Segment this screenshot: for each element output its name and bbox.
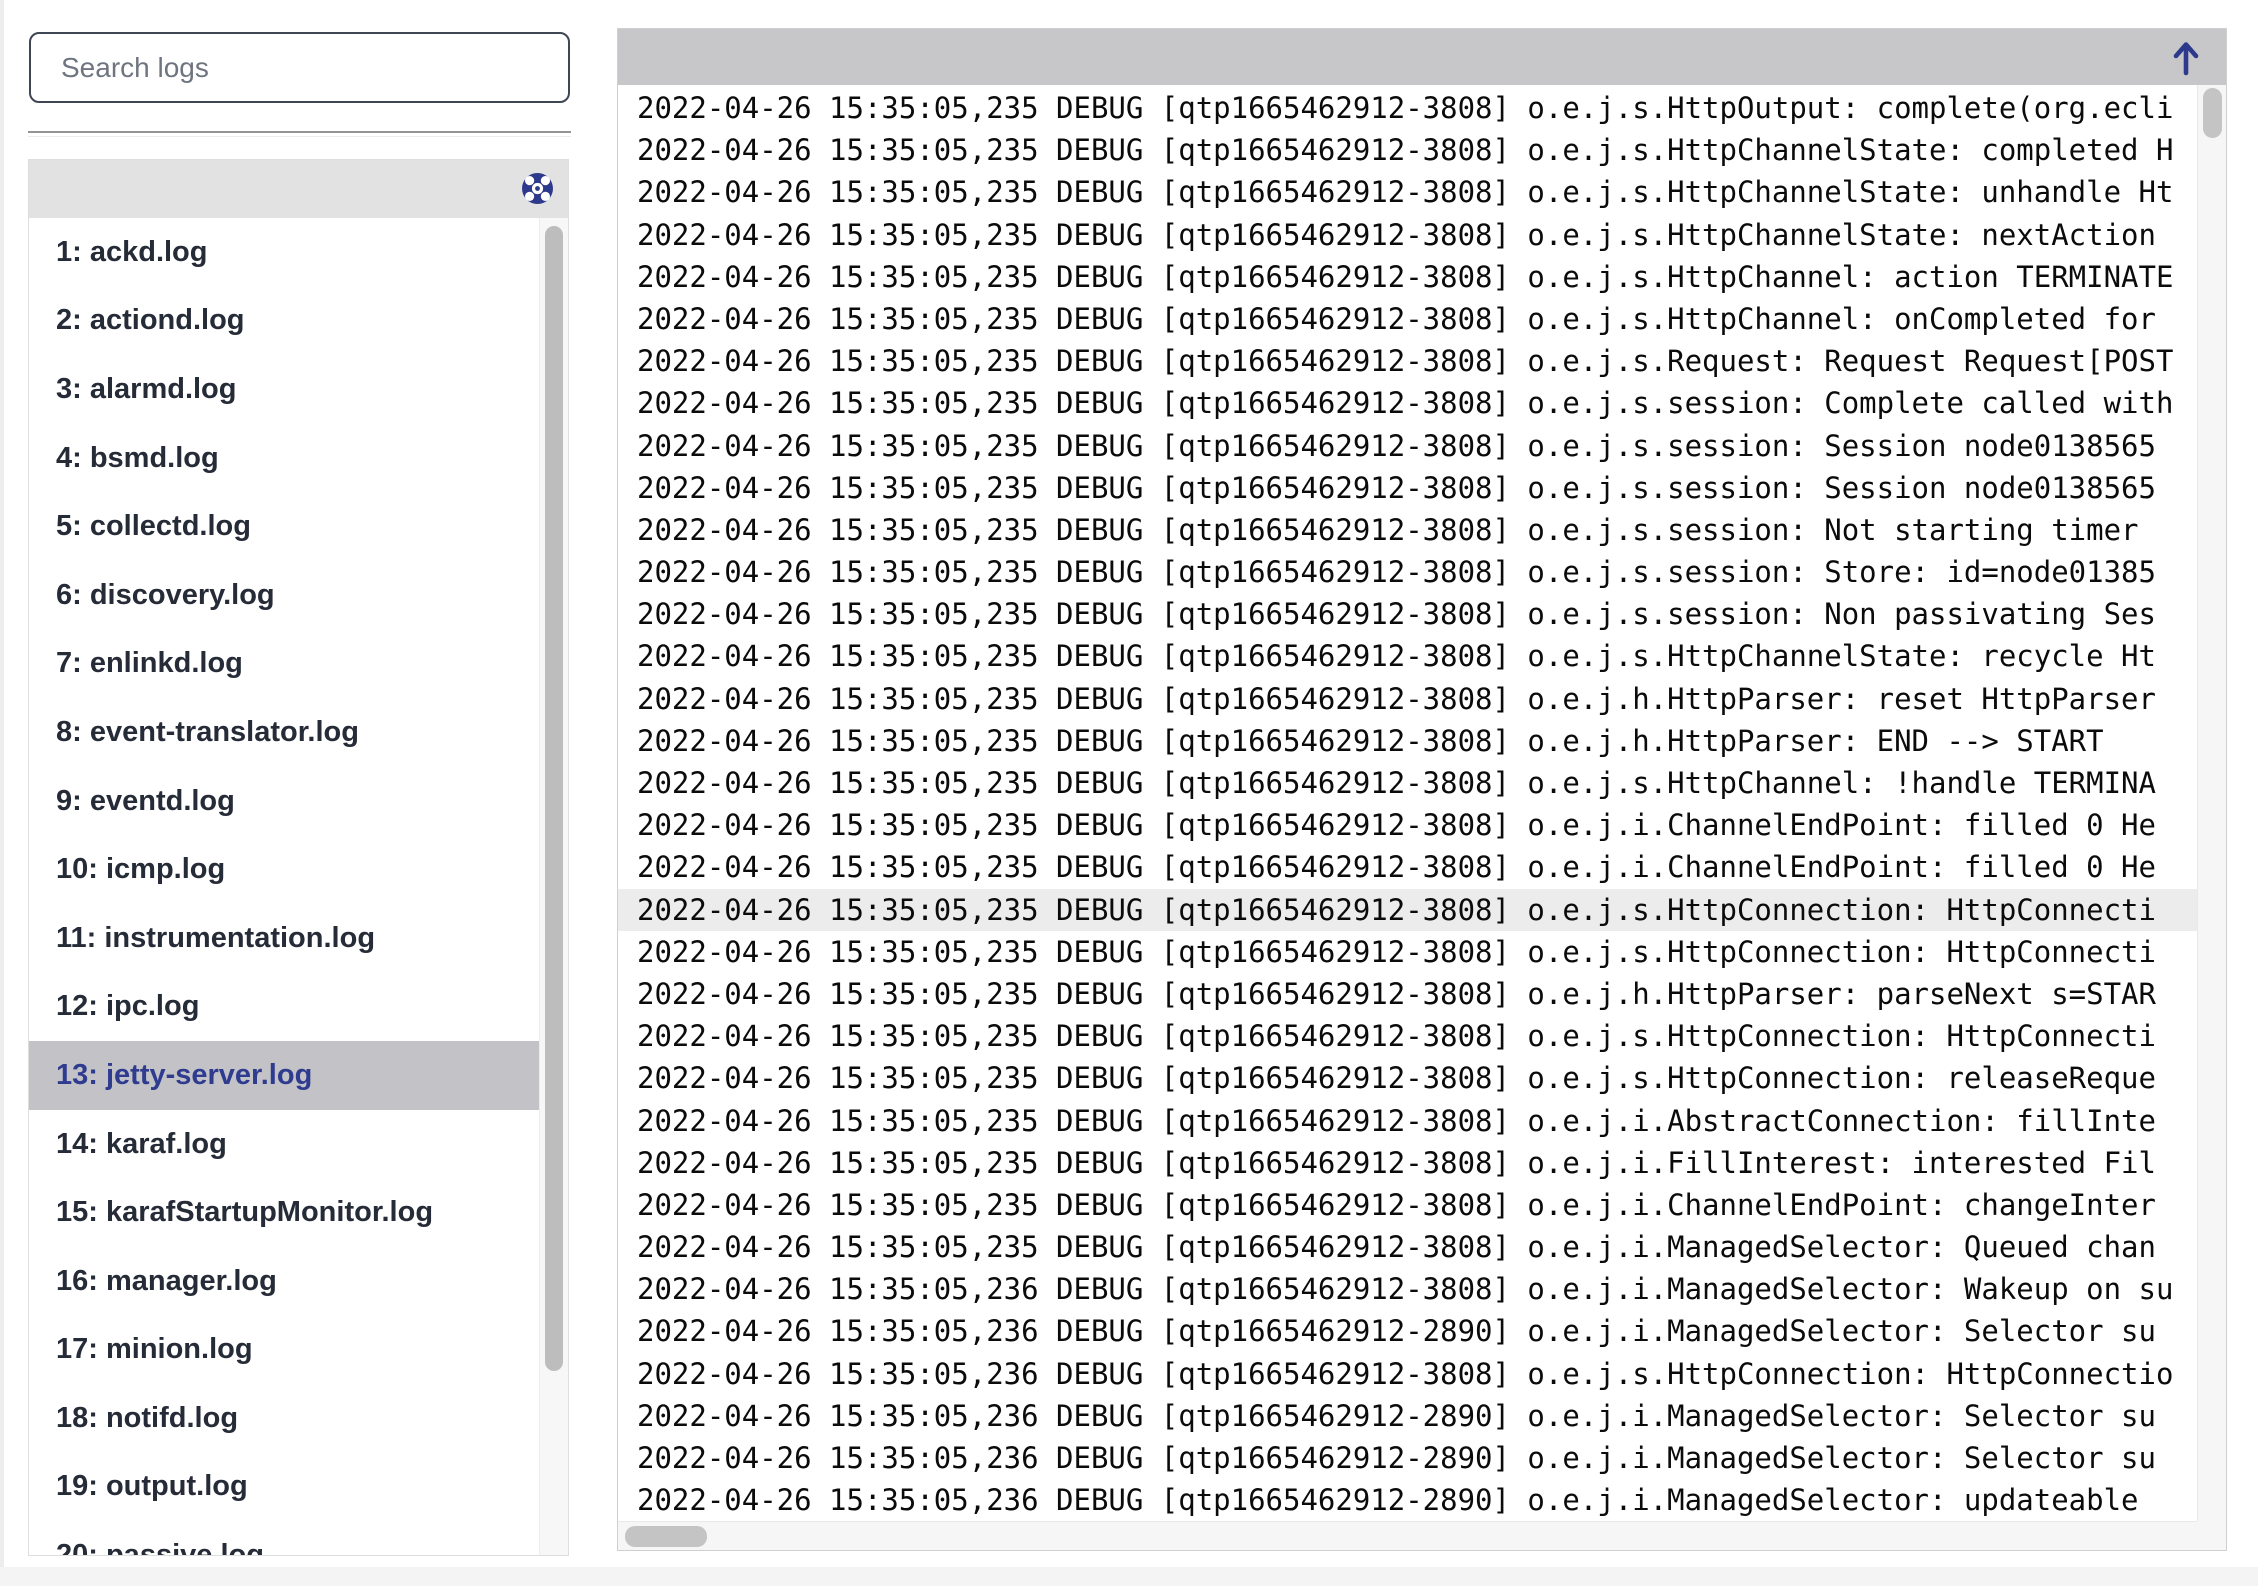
log-line[interactable]: 2022-04-26 15:35:05,235 DEBUG [qtp166546… — [618, 382, 2197, 424]
log-line[interactable]: 2022-04-26 15:35:05,235 DEBUG [qtp166546… — [618, 720, 2197, 762]
log-viewer-panel: 2022-04-26 15:35:05,235 DEBUG [qtp166546… — [617, 28, 2227, 1551]
sidebar-scrollbar[interactable] — [539, 218, 568, 1555]
log-file-item[interactable]: 2: actiond.log — [29, 287, 539, 356]
log-file-item[interactable]: 13: jetty-server.log — [29, 1041, 539, 1110]
log-file-item[interactable]: 4: bsmd.log — [29, 424, 539, 493]
log-file-item[interactable]: 18: notifd.log — [29, 1384, 539, 1453]
log-line[interactable]: 2022-04-26 15:35:05,236 DEBUG [qtp166546… — [618, 1437, 2197, 1479]
log-file-item[interactable]: 19: output.log — [29, 1453, 539, 1522]
log-line[interactable]: 2022-04-26 15:35:05,235 DEBUG [qtp166546… — [618, 973, 2197, 1015]
log-line[interactable]: 2022-04-26 15:35:05,235 DEBUG [qtp166546… — [618, 256, 2197, 298]
arrow-up-icon[interactable] — [2172, 39, 2200, 77]
log-file-item[interactable]: 7: enlinkd.log — [29, 630, 539, 699]
log-file-item[interactable]: 10: icmp.log — [29, 835, 539, 904]
log-file-panel-header — [29, 160, 568, 218]
log-line[interactable]: 2022-04-26 15:35:05,235 DEBUG [qtp166546… — [618, 678, 2197, 720]
log-line[interactable]: 2022-04-26 15:35:05,236 DEBUG [qtp166546… — [618, 1310, 2197, 1352]
log-line[interactable]: 2022-04-26 15:35:05,236 DEBUG [qtp166546… — [618, 1395, 2197, 1437]
log-line[interactable]: 2022-04-26 15:35:05,235 DEBUG [qtp166546… — [618, 1226, 2197, 1268]
log-line[interactable]: 2022-04-26 15:35:05,235 DEBUG [qtp166546… — [618, 551, 2197, 593]
log-line[interactable]: 2022-04-26 15:35:05,235 DEBUG [qtp166546… — [618, 129, 2197, 171]
log-file-item[interactable]: 14: karaf.log — [29, 1110, 539, 1179]
log-line[interactable]: 2022-04-26 15:35:05,235 DEBUG [qtp166546… — [618, 593, 2197, 635]
log-file-panel: 1: ackd.log2: actiond.log3: alarmd.log4:… — [28, 159, 569, 1556]
log-file-list: 1: ackd.log2: actiond.log3: alarmd.log4:… — [29, 218, 539, 1555]
log-file-item[interactable]: 1: ackd.log — [29, 218, 539, 287]
log-line[interactable]: 2022-04-26 15:35:05,235 DEBUG [qtp166546… — [618, 1015, 2197, 1057]
log-line[interactable]: 2022-04-26 15:35:05,235 DEBUG [qtp166546… — [618, 425, 2197, 467]
log-line[interactable]: 2022-04-26 15:35:05,235 DEBUG [qtp166546… — [618, 1057, 2197, 1099]
log-line[interactable]: 2022-04-26 15:35:05,236 DEBUG [qtp166546… — [618, 1479, 2197, 1521]
log-scrollbar-vertical[interactable] — [2197, 85, 2226, 1521]
sidebar-scrollbar-thumb[interactable] — [545, 226, 563, 1371]
log-scrollbar-horizontal-thumb[interactable] — [625, 1526, 707, 1547]
log-line[interactable]: 2022-04-26 15:35:05,235 DEBUG [qtp166546… — [618, 171, 2197, 213]
log-line[interactable]: 2022-04-26 15:35:05,235 DEBUG [qtp166546… — [618, 635, 2197, 677]
log-file-item[interactable]: 5: collectd.log — [29, 492, 539, 561]
log-file-item[interactable]: 6: discovery.log — [29, 561, 539, 630]
log-line[interactable]: 2022-04-26 15:35:05,236 DEBUG [qtp166546… — [618, 1353, 2197, 1395]
log-file-item[interactable]: 15: karafStartupMonitor.log — [29, 1178, 539, 1247]
log-file-item[interactable]: 16: manager.log — [29, 1247, 539, 1316]
log-line[interactable]: 2022-04-26 15:35:05,235 DEBUG [qtp166546… — [618, 762, 2197, 804]
log-file-item[interactable]: 17: minion.log — [29, 1316, 539, 1385]
log-line[interactable]: 2022-04-26 15:35:05,235 DEBUG [qtp166546… — [618, 340, 2197, 382]
sidebar-divider — [28, 131, 571, 137]
log-line[interactable]: 2022-04-26 15:35:05,235 DEBUG [qtp166546… — [618, 467, 2197, 509]
log-line[interactable]: 2022-04-26 15:35:05,235 DEBUG [qtp166546… — [618, 1100, 2197, 1142]
log-scrollbar-vertical-thumb[interactable] — [2203, 88, 2222, 138]
log-line[interactable]: 2022-04-26 15:35:05,235 DEBUG [qtp166546… — [618, 509, 2197, 551]
life-ring-icon[interactable] — [521, 172, 554, 205]
log-line[interactable]: 2022-04-26 15:35:05,235 DEBUG [qtp166546… — [618, 846, 2197, 888]
log-file-item[interactable]: 20: passive.log — [29, 1521, 539, 1555]
page-bottom-strip — [0, 1567, 2258, 1586]
log-line[interactable]: 2022-04-26 15:35:05,235 DEBUG [qtp166546… — [618, 1184, 2197, 1226]
log-line[interactable]: 2022-04-26 15:35:05,235 DEBUG [qtp166546… — [618, 298, 2197, 340]
log-line[interactable]: 2022-04-26 15:35:05,235 DEBUG [qtp166546… — [618, 87, 2197, 129]
log-scrollbar-horizontal[interactable] — [618, 1521, 2197, 1550]
search-input[interactable] — [29, 32, 570, 103]
log-line[interactable]: 2022-04-26 15:35:05,236 DEBUG [qtp166546… — [618, 1268, 2197, 1310]
log-file-item[interactable]: 12: ipc.log — [29, 973, 539, 1042]
log-file-item[interactable]: 3: alarmd.log — [29, 355, 539, 424]
scrollbar-corner — [2197, 1521, 2226, 1550]
log-line[interactable]: 2022-04-26 15:35:05,235 DEBUG [qtp166546… — [618, 214, 2197, 256]
log-file-item[interactable]: 9: eventd.log — [29, 767, 539, 836]
log-viewer-app: 1: ackd.log2: actiond.log3: alarmd.log4:… — [0, 0, 2258, 1586]
log-file-item[interactable]: 11: instrumentation.log — [29, 904, 539, 973]
log-viewer-header — [618, 29, 2226, 85]
window-edge — [0, 0, 4, 1586]
log-line[interactable]: 2022-04-26 15:35:05,235 DEBUG [qtp166546… — [618, 931, 2197, 973]
log-line[interactable]: 2022-04-26 15:35:05,235 DEBUG [qtp166546… — [618, 804, 2197, 846]
log-content: 2022-04-26 15:35:05,235 DEBUG [qtp166546… — [618, 85, 2197, 1521]
log-file-item[interactable]: 8: event-translator.log — [29, 698, 539, 767]
log-line-highlighted[interactable]: 2022-04-26 15:35:05,235 DEBUG [qtp166546… — [618, 889, 2197, 931]
log-line[interactable]: 2022-04-26 15:35:05,235 DEBUG [qtp166546… — [618, 1142, 2197, 1184]
